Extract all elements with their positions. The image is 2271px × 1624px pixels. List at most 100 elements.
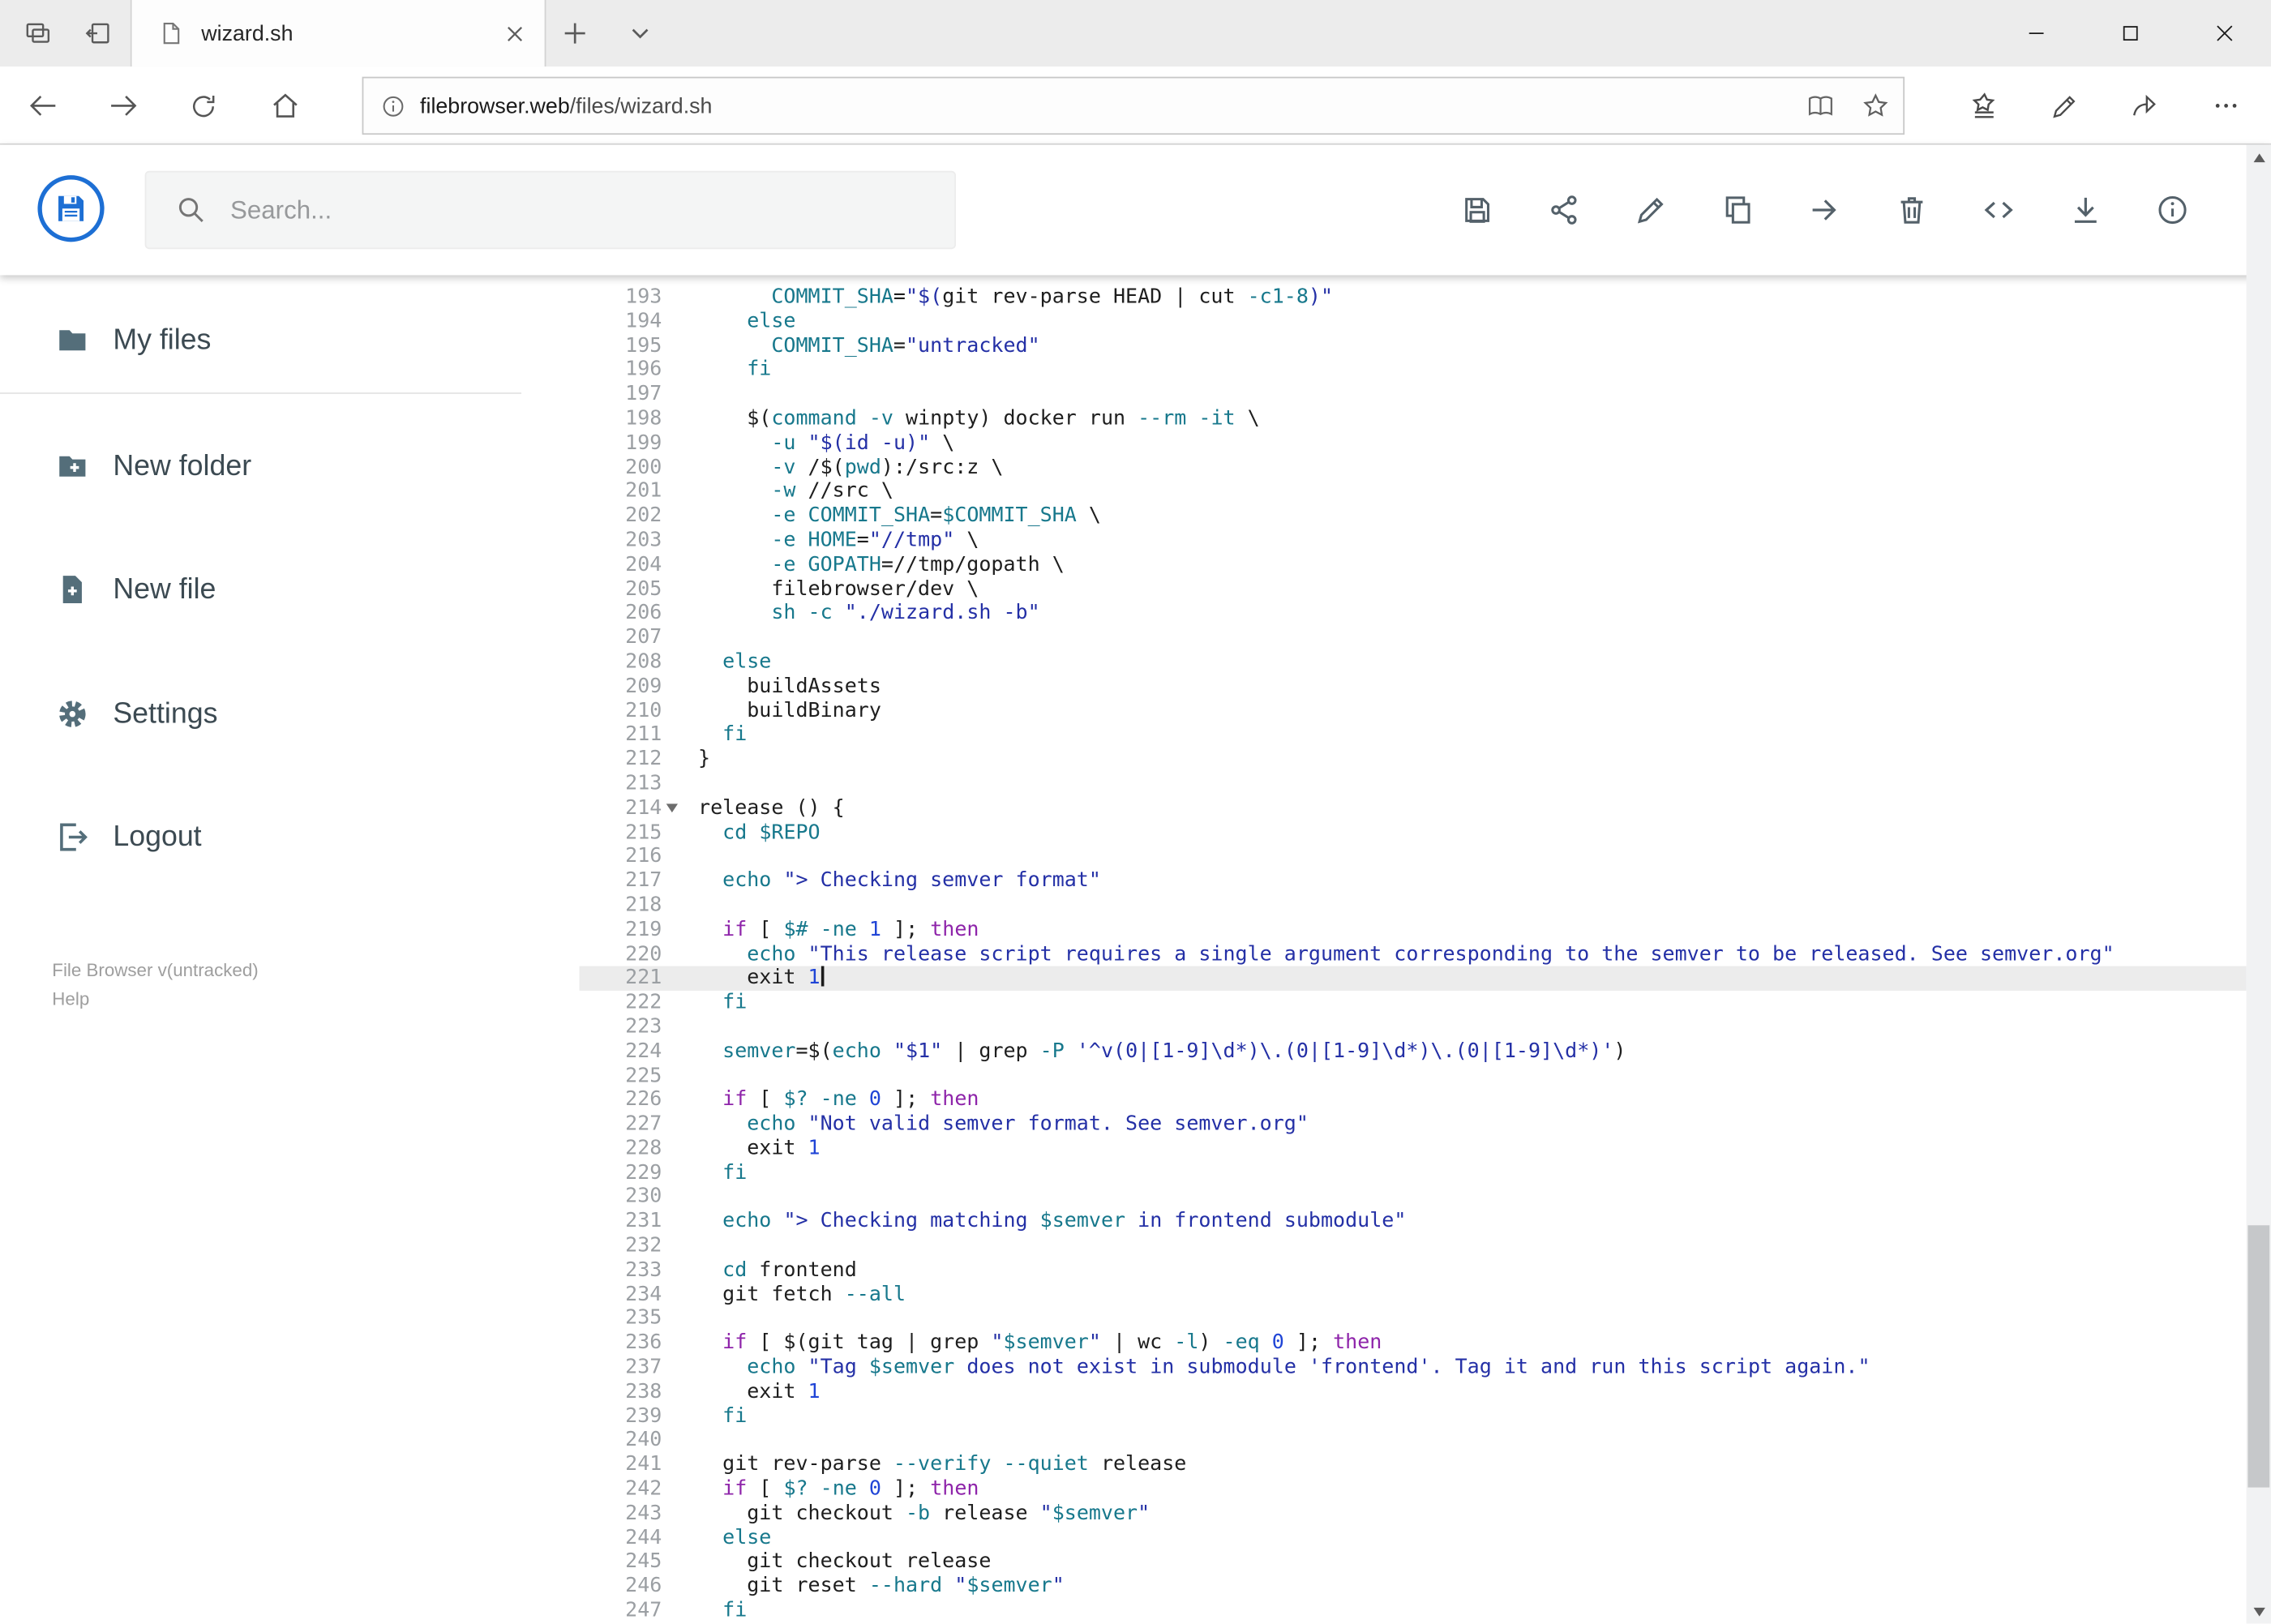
search-input[interactable] — [227, 193, 955, 227]
share-page-button[interactable] — [2115, 77, 2172, 135]
code-line[interactable]: 218 — [580, 893, 2247, 918]
scroll-down-icon[interactable] — [2247, 1599, 2271, 1623]
favorite-star-icon[interactable] — [1848, 78, 1903, 133]
code-line[interactable]: 244 else — [580, 1526, 2247, 1550]
code-line[interactable]: 217 echo "> Checking semver format" — [580, 869, 2247, 893]
tab-preview-button[interactable] — [6, 0, 70, 66]
forward-button[interactable] — [94, 77, 152, 135]
tab-close-icon[interactable] — [492, 11, 536, 55]
code-line[interactable]: 212} — [580, 748, 2247, 772]
code-line[interactable]: 230 — [580, 1185, 2247, 1210]
code-line[interactable]: 206 sh -c "./wizard.sh -b" — [580, 602, 2247, 626]
code-line[interactable]: 245 git checkout release — [580, 1550, 2247, 1575]
scrollbar-thumb[interactable] — [2247, 1225, 2270, 1488]
code-line[interactable]: 203 -e HOME="//tmp" \ — [580, 529, 2247, 553]
code-line[interactable]: 210 buildBinary — [580, 699, 2247, 723]
sidebar-item-new-file[interactable]: New file — [0, 555, 521, 624]
code-line[interactable]: 213 — [580, 772, 2247, 796]
sidebar-item-my-files[interactable]: My files — [0, 306, 521, 375]
share-file-button[interactable] — [1532, 178, 1596, 242]
help-link[interactable]: Help — [52, 985, 258, 1014]
home-button[interactable] — [256, 77, 314, 135]
code-view-button[interactable] — [1967, 178, 2031, 242]
code-line[interactable]: 208 else — [580, 650, 2247, 675]
code-line[interactable]: 196 fi — [580, 358, 2247, 383]
code-line[interactable]: 229 fi — [580, 1161, 2247, 1185]
close-button[interactable] — [2177, 0, 2271, 66]
minimize-button[interactable] — [1989, 0, 2083, 66]
save-button[interactable] — [1446, 178, 1510, 242]
code-line[interactable]: 194 else — [580, 310, 2247, 334]
rename-button[interactable] — [1619, 178, 1683, 242]
sidebar-item-logout[interactable]: Logout — [0, 803, 521, 872]
code-line[interactable]: 195 COMMIT_SHA="untracked" — [580, 334, 2247, 358]
code-line[interactable]: 239 fi — [580, 1404, 2247, 1429]
code-line[interactable]: 223 — [580, 1015, 2247, 1039]
refresh-button[interactable] — [174, 77, 231, 135]
code-line[interactable]: 198 $(command -v winpty) docker run --rm… — [580, 407, 2247, 431]
code-line[interactable]: 231 echo "> Checking matching $semver in… — [580, 1210, 2247, 1234]
page-scrollbar[interactable] — [2246, 144, 2271, 1624]
code-line[interactable]: 226 if [ $? -ne 0 ]; then — [580, 1088, 2247, 1112]
code-editor[interactable]: 193 COMMIT_SHA="$(git rev-parse HEAD | c… — [579, 275, 2247, 1624]
code-line[interactable]: 214 release () { — [580, 796, 2247, 821]
code-line[interactable]: 219 if [ $# -ne 1 ]; then — [580, 918, 2247, 942]
download-button[interactable] — [2054, 178, 2118, 242]
scroll-up-icon[interactable] — [2247, 145, 2271, 169]
code-line[interactable]: 243 git checkout -b release "$semver" — [580, 1502, 2247, 1526]
code-line[interactable]: 234 git fetch --all — [580, 1283, 2247, 1307]
maximize-button[interactable] — [2083, 0, 2177, 66]
info-button[interactable] — [2140, 178, 2205, 242]
code-line[interactable]: 197 — [580, 383, 2247, 407]
back-button[interactable] — [15, 77, 72, 135]
code-line[interactable]: 236 if [ $(git tag | grep "$semver" | wc… — [580, 1331, 2247, 1356]
web-note-button[interactable] — [2035, 77, 2093, 135]
tab-list-button[interactable] — [608, 0, 672, 66]
code-line[interactable]: 246 git reset --hard "$semver" — [580, 1575, 2247, 1599]
code-line[interactable]: 216 — [580, 845, 2247, 869]
code-line[interactable]: 205 filebrowser/dev \ — [580, 577, 2247, 602]
code-line[interactable]: 200 -v /$(pwd):/src:z \ — [580, 456, 2247, 480]
code-line[interactable]: 224 semver=$(echo "$1" | grep -P '^v(0|[… — [580, 1039, 2247, 1064]
sidebar-item-new-folder[interactable]: New folder — [0, 431, 521, 501]
delete-button[interactable] — [1880, 178, 1944, 242]
browser-tab[interactable]: wizard.sh — [130, 0, 546, 67]
fold-toggle-icon[interactable] — [666, 803, 679, 812]
code-line[interactable]: 228 exit 1 — [580, 1137, 2247, 1161]
copy-button[interactable] — [1706, 178, 1770, 242]
code-line[interactable]: 241 git rev-parse --verify --quiet relea… — [580, 1453, 2247, 1477]
code-line[interactable]: 233 cd frontend — [580, 1258, 2247, 1283]
code-line[interactable]: 240 — [580, 1429, 2247, 1453]
more-button[interactable] — [2197, 77, 2255, 135]
hub-button[interactable] — [1956, 77, 2013, 135]
code-line[interactable]: 247 fi — [580, 1599, 2247, 1623]
code-line[interactable]: 211 fi — [580, 723, 2247, 748]
address-bar[interactable]: filebrowser.web/files/wizard.sh — [362, 76, 1905, 135]
code-line[interactable]: 225 — [580, 1064, 2247, 1088]
code-line[interactable]: 202 -e COMMIT_SHA=$COMMIT_SHA \ — [580, 504, 2247, 529]
move-button[interactable] — [1793, 178, 1858, 242]
code-line[interactable]: 209 buildAssets — [580, 675, 2247, 699]
code-line[interactable]: 221 exit 1 — [579, 966, 2247, 992]
reading-view-icon[interactable] — [1793, 78, 1849, 133]
code-line[interactable]: 199 -u "$(id -u)" \ — [580, 431, 2247, 456]
code-line[interactable]: 207 — [580, 626, 2247, 650]
code-line[interactable]: 227 echo "Not valid semver format. See s… — [580, 1112, 2247, 1137]
code-line[interactable]: 232 — [580, 1234, 2247, 1258]
tabs-aside-button[interactable] — [66, 0, 131, 66]
code-line[interactable]: 235 — [580, 1307, 2247, 1331]
code-line[interactable]: 238 exit 1 — [580, 1380, 2247, 1404]
code-line[interactable]: 242 if [ $? -ne 0 ]; then — [580, 1477, 2247, 1502]
sidebar-item-settings[interactable]: Settings — [0, 679, 521, 749]
site-info-icon[interactable] — [381, 93, 405, 118]
gutter-fold-slot — [662, 1356, 682, 1380]
code-line[interactable]: 220 echo "This release script requires a… — [580, 942, 2247, 966]
code-line[interactable]: 222 fi — [580, 991, 2247, 1015]
code-line[interactable]: 193 COMMIT_SHA="$(git rev-parse HEAD | c… — [580, 285, 2247, 310]
search-box[interactable] — [144, 170, 956, 250]
code-line[interactable]: 237 echo "Tag $semver does not exist in … — [580, 1356, 2247, 1380]
code-line[interactable]: 201 -w //src \ — [580, 480, 2247, 504]
new-tab-button[interactable] — [543, 0, 607, 66]
code-line[interactable]: 204 -e GOPATH=//tmp/gopath \ — [580, 553, 2247, 577]
code-line[interactable]: 215 cd $REPO — [580, 821, 2247, 845]
